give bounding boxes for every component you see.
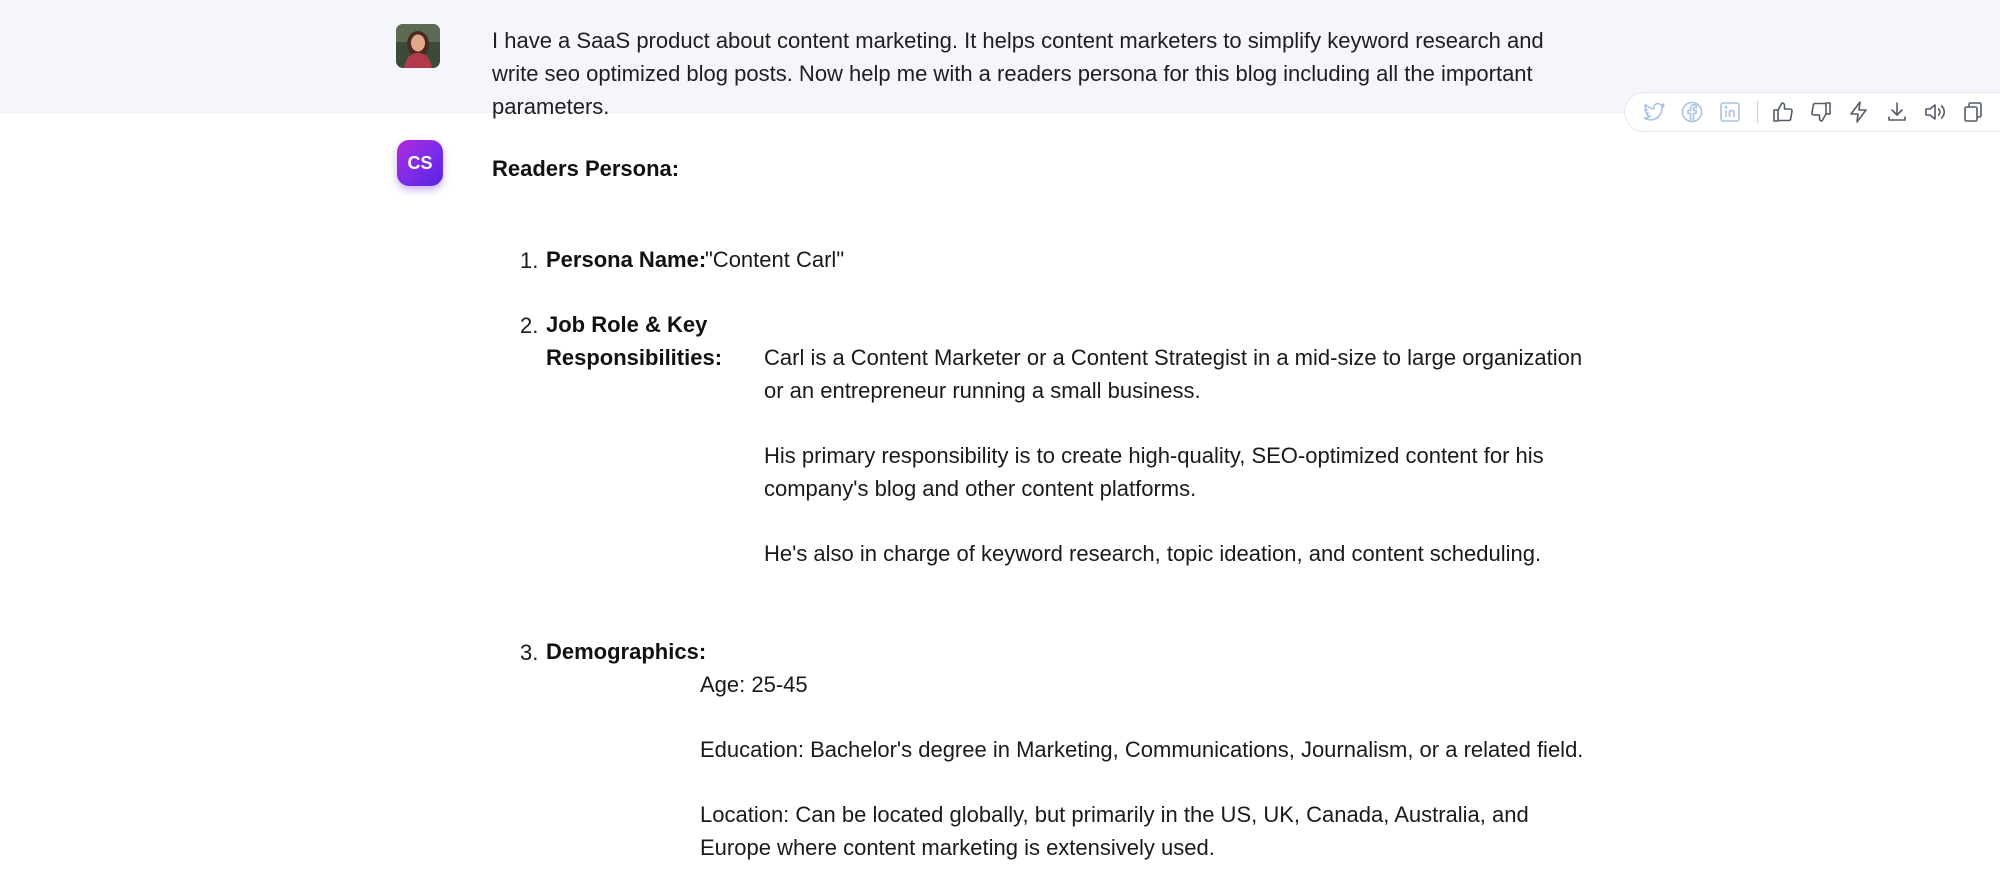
assistant-avatar: CS — [397, 140, 443, 186]
response-title: Readers Persona: — [492, 156, 680, 181]
linkedin-icon[interactable] — [1717, 99, 1743, 125]
persona-name-label: Persona Name: — [546, 247, 707, 272]
thumbs-down-icon[interactable] — [1808, 99, 1834, 125]
job-role-paragraph: His primary responsibility is to create … — [764, 443, 1544, 501]
job-role-label-line1: Job Role & Key — [546, 312, 708, 337]
demographics-label: Demographics: — [546, 639, 707, 664]
copy-icon[interactable] — [1960, 99, 1986, 125]
demographics-age: Age: 25-45 — [700, 672, 808, 697]
lightning-icon[interactable] — [1846, 99, 1872, 125]
twitter-icon[interactable] — [1641, 99, 1667, 125]
download-icon[interactable] — [1884, 99, 1910, 125]
message-action-toolbar — [1624, 92, 2000, 132]
list-number: 1. — [520, 248, 539, 273]
persona-name-value: "Content Carl" — [705, 247, 845, 272]
toolbar-divider — [1757, 101, 1758, 123]
job-role-paragraph: He's also in charge of keyword research,… — [764, 541, 1542, 566]
list-number: 2. — [520, 313, 539, 338]
demographics-location: Location: Can be located globally, but p… — [700, 802, 1529, 860]
thumbs-up-icon[interactable] — [1770, 99, 1796, 125]
job-role-label-line2: Responsibilities: — [546, 345, 723, 370]
user-message-text: I have a SaaS product about content mark… — [492, 28, 1544, 119]
facebook-icon[interactable] — [1679, 99, 1705, 125]
user-avatar — [396, 24, 440, 68]
list-number: 3. — [520, 640, 539, 665]
demographics-education: Education: Bachelor's degree in Marketin… — [700, 737, 1584, 762]
speaker-icon[interactable] — [1922, 99, 1948, 125]
job-role-paragraph: Carl is a Content Marketer or a Content … — [764, 345, 1583, 403]
